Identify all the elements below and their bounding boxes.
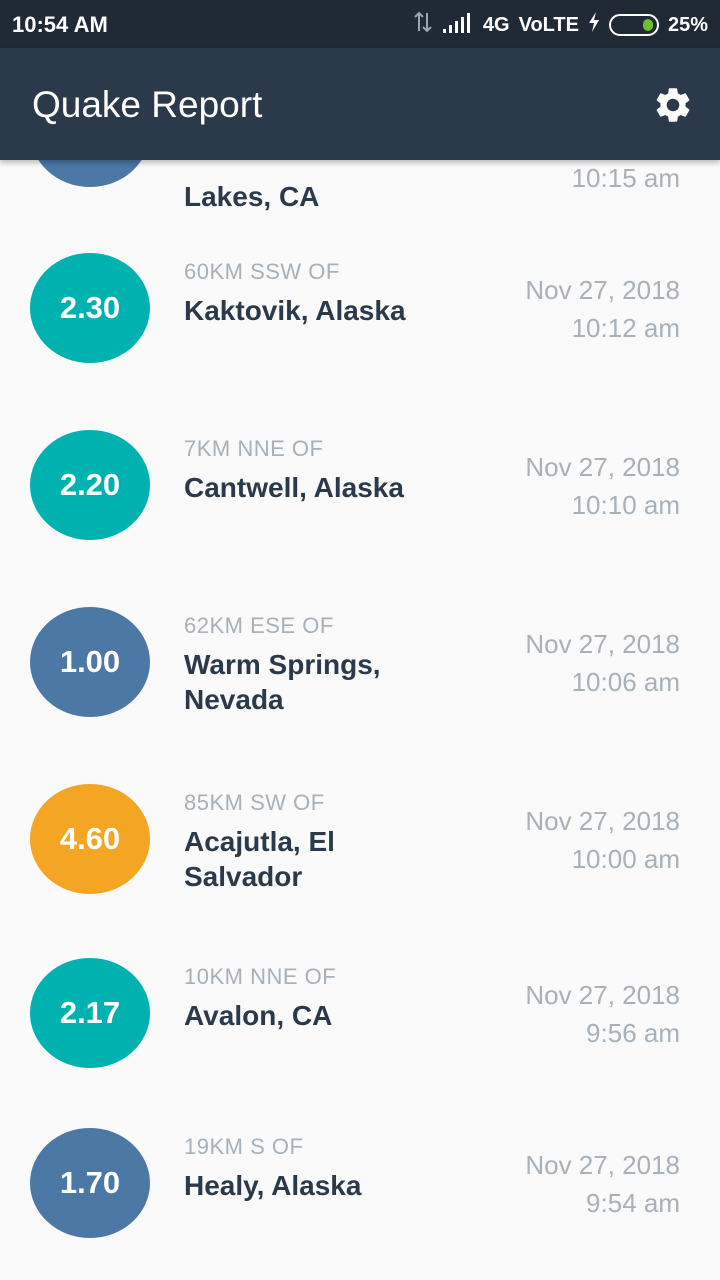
gear-icon <box>652 88 694 130</box>
magnitude-circle: 2.30 <box>30 253 150 363</box>
earthquake-date: Nov 27, 2018 <box>525 629 680 659</box>
primary-location: Cantwell, Alaska <box>184 472 404 503</box>
signal-icon <box>442 11 474 39</box>
location-offset: 85KM SW OF <box>184 790 325 815</box>
magnitude-circle: 2.17 <box>30 958 150 1068</box>
earthquake-time: 9:54 am <box>586 1188 680 1218</box>
earthquake-time: 10:10 am <box>571 490 680 520</box>
earthquake-list[interactable]: Lakes, CA 10:15 am 2.30 60KM SSW OF Kakt… <box>0 48 720 1280</box>
primary-location: Acajutla, El Salvador <box>184 826 335 892</box>
primary-location: Warm Springs, Nevada <box>184 649 381 715</box>
earthquake-date: Nov 27, 2018 <box>525 806 680 836</box>
earthquake-time: 9:56 am <box>586 1018 680 1048</box>
status-icons: 4G VoLTE 25% <box>413 11 708 39</box>
primary-location: Avalon, CA <box>184 1000 333 1031</box>
volte-label: VoLTE <box>518 13 579 36</box>
earthquake-date: Nov 27, 2018 <box>525 980 680 1010</box>
status-time: 10:54 AM <box>12 12 108 37</box>
magnitude-circle: 1.70 <box>30 1128 150 1238</box>
location-offset: 19KM S OF <box>184 1134 304 1159</box>
earthquake-time: 10:15 am <box>571 163 680 193</box>
magnitude-circle: 2.20 <box>30 430 150 540</box>
earthquake-time: 10:12 am <box>571 313 680 343</box>
charging-icon <box>588 12 600 38</box>
location-offset: 62KM ESE OF <box>184 613 334 638</box>
earthquake-date: Nov 27, 2018 <box>525 1150 680 1180</box>
primary-location: Lakes, CA <box>184 181 320 212</box>
network-type: 4G <box>482 13 510 36</box>
battery-icon <box>608 14 659 36</box>
data-transfer-icon <box>413 11 433 39</box>
location-offset: 7KM NNE OF <box>184 436 324 461</box>
primary-location: Healy, Alaska <box>184 1170 362 1201</box>
earthquake-time: 10:00 am <box>571 844 680 874</box>
settings-button[interactable] <box>652 84 694 126</box>
magnitude-circle: 4.60 <box>30 784 150 894</box>
earthquake-time: 10:06 am <box>571 667 680 697</box>
app-title: Quake Report <box>32 84 263 125</box>
earthquake-date: Nov 27, 2018 <box>525 452 680 482</box>
primary-location: Kaktovik, Alaska <box>184 295 406 326</box>
location-offset: 60KM SSW OF <box>184 259 340 284</box>
battery-level: 25% <box>667 13 708 36</box>
app-bar: Quake Report <box>0 48 720 160</box>
location-offset: 10KM NNE OF <box>184 964 337 989</box>
earthquake-date: Nov 27, 2018 <box>525 275 680 305</box>
status-bar: 10:54 AM 4G VoLTE 25% <box>0 0 720 48</box>
magnitude-circle: 1.00 <box>30 607 150 717</box>
